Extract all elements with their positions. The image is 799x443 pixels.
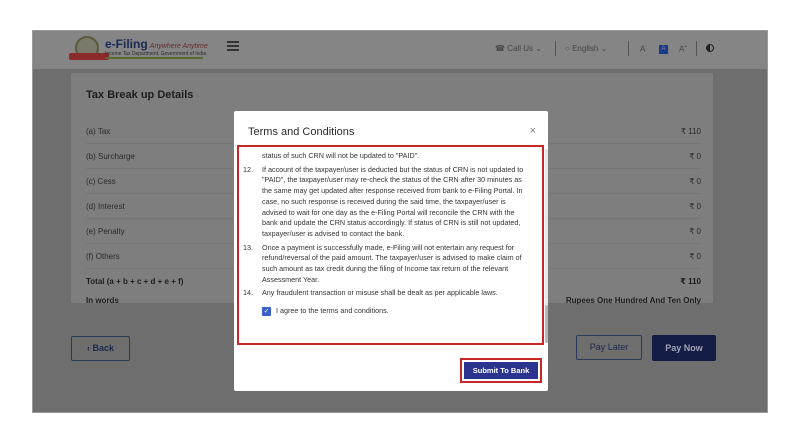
terms-content: status of such CRN will not be updated t… bbox=[243, 151, 531, 317]
call-us-label: Call Us bbox=[507, 44, 533, 53]
terms-partial-text: status of such CRN will not be updated t… bbox=[262, 151, 420, 160]
back-button[interactable]: ‹ Back bbox=[71, 336, 130, 361]
agree-label: I agree to the terms and conditions. bbox=[276, 306, 389, 316]
words-value: Rupees One Hundred And Ten Only bbox=[565, 296, 701, 305]
list-item: 12. If account of the taxpayer/user is de… bbox=[243, 164, 524, 238]
row-value: ₹ 0 bbox=[689, 227, 701, 236]
logo-underline bbox=[105, 57, 203, 59]
globe-icon: ○ bbox=[565, 44, 570, 53]
row-label: (e) Penalty bbox=[86, 227, 125, 236]
row-value: ₹ 0 bbox=[689, 152, 701, 161]
pay-later-button[interactable]: Pay Later bbox=[576, 335, 642, 360]
list-item: 14. Any fraudulent transaction or misuse … bbox=[243, 288, 498, 298]
phone-icon: ☎ bbox=[495, 44, 505, 53]
header-divider bbox=[628, 41, 629, 56]
total-label: Total (a + b + c + d + e + f) bbox=[86, 277, 184, 286]
submit-highlight: Submit To Bank bbox=[460, 358, 542, 383]
scrollbar-thumb[interactable] bbox=[545, 305, 548, 343]
site-header: e-Filing Anywhere Anytime Income Tax Depa… bbox=[33, 31, 767, 69]
language-selector[interactable]: ○ English ⌄ bbox=[565, 44, 607, 53]
words-label: In words bbox=[86, 296, 119, 305]
terms-scrollbar[interactable] bbox=[545, 149, 548, 343]
list-item: 13. Once a payment is successfully made, … bbox=[243, 242, 522, 284]
font-increase-button[interactable]: A+ bbox=[679, 44, 687, 54]
browser-viewport: e-Filing Anywhere Anytime Income Tax Depa… bbox=[32, 30, 768, 413]
terms-modal: Terms and Conditions × status of such CR… bbox=[234, 111, 548, 391]
language-label: English bbox=[572, 44, 599, 53]
row-value: ₹ 0 bbox=[689, 177, 701, 186]
row-label: (d) Interest bbox=[86, 202, 125, 211]
terms-scroll-area[interactable]: status of such CRN will not be updated t… bbox=[237, 145, 544, 345]
row-label: (a) Tax bbox=[86, 127, 111, 136]
agree-row: ✓ I agree to the terms and conditions. bbox=[243, 306, 531, 317]
row-value: ₹ 110 bbox=[680, 127, 701, 136]
card-title: Tax Break up Details bbox=[86, 89, 194, 101]
logo-tagline: Anywhere Anytime bbox=[149, 43, 208, 50]
header-divider bbox=[555, 41, 556, 56]
row-label: (f) Others bbox=[86, 252, 120, 261]
modal-title: Terms and Conditions bbox=[248, 126, 355, 138]
chevron-left-icon: ‹ bbox=[86, 343, 90, 353]
logo-title: e-Filing bbox=[105, 37, 148, 51]
row-label: (c) Cess bbox=[86, 177, 116, 186]
row-value: ₹ 0 bbox=[689, 252, 701, 261]
font-normal-button[interactable]: A bbox=[659, 43, 668, 54]
call-us-menu[interactable]: ☎ Call Us ⌄ bbox=[495, 44, 542, 53]
row-label: (b) Surcharge bbox=[86, 152, 135, 161]
close-icon[interactable]: × bbox=[530, 125, 536, 137]
logo-ribbon bbox=[69, 53, 109, 60]
contrast-toggle[interactable] bbox=[706, 44, 714, 54]
agree-checkbox[interactable]: ✓ bbox=[262, 306, 271, 316]
site-logo[interactable]: e-Filing Anywhere Anytime bbox=[105, 37, 208, 51]
row-value: ₹ 0 bbox=[689, 202, 701, 211]
chevron-down-icon: ⌄ bbox=[535, 44, 542, 53]
logo-subtitle: Income Tax Department, Government of Ind… bbox=[105, 51, 207, 57]
pay-now-button[interactable]: Pay Now bbox=[652, 335, 716, 361]
font-decrease-button[interactable]: A- bbox=[640, 44, 647, 54]
submit-to-bank-button[interactable]: Submit To Bank bbox=[464, 362, 538, 379]
chevron-down-icon: ⌄ bbox=[600, 44, 608, 53]
total-value: ₹ 110 bbox=[680, 277, 701, 286]
hamburger-menu-icon[interactable] bbox=[227, 41, 239, 53]
contrast-icon bbox=[706, 44, 714, 52]
header-divider bbox=[696, 41, 697, 56]
